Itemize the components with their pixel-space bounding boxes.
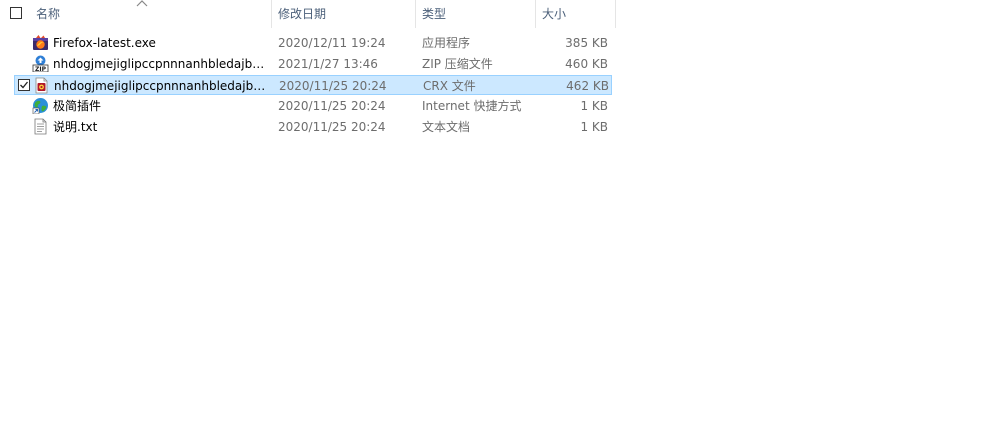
file-explorer-details-view: 名称 修改日期 类型 大小 Firefox-latest.exe 2020/12… [0,0,996,426]
column-header-type[interactable]: 类型 [416,0,536,28]
column-header-date[interactable]: 修改日期 [272,0,416,28]
file-name: 说明.txt [53,120,98,134]
firefox-app-icon [33,35,48,50]
file-size: 1 KB [580,120,608,134]
file-size: 385 KB [565,36,608,50]
file-name: Firefox-latest.exe [53,36,156,50]
file-modified-date: 2020/11/25 20:24 [279,79,387,93]
column-header-name[interactable]: 名称 [30,0,272,28]
file-modified-date: 2021/1/27 13:46 [278,57,378,71]
checkmark-icon [20,81,29,89]
file-row[interactable]: 极简插件 2020/11/25 20:24 Internet 快捷方式 1 KB [14,96,612,116]
svg-text:ZIP: ZIP [35,66,47,72]
file-type: ZIP 压缩文件 [422,57,493,71]
select-all-checkbox[interactable] [10,7,22,19]
file-name: 极简插件 [53,99,102,113]
file-size: 460 KB [565,57,608,71]
row-checkbox[interactable] [18,79,30,91]
text-document-icon [34,118,47,135]
internet-shortcut-icon [32,98,48,114]
file-size: 1 KB [580,99,608,113]
file-modified-date: 2020/12/11 19:24 [278,36,386,50]
file-row[interactable]: 说明.txt 2020/11/25 20:24 文本文档 1 KB [14,117,612,137]
file-type: Internet 快捷方式 [422,99,522,113]
column-header-bar: 名称 修改日期 类型 大小 [0,0,996,28]
file-name: nhdogjmejiglipccpnnnanhbledajbp... [53,57,269,71]
file-row[interactable]: ZIP nhdogjmejiglipccpnnnanhbledajbp... 2… [14,54,612,74]
file-row-selected[interactable]: nhdogjmejiglipccpnnnanhbledajbp... 2020/… [14,75,612,95]
zip-archive-icon: ZIP [32,55,49,72]
file-type: 文本文档 [422,120,471,134]
file-name: nhdogjmejiglipccpnnnanhbledajbp... [54,79,270,93]
file-row[interactable]: Firefox-latest.exe 2020/12/11 19:24 应用程序… [14,33,612,53]
file-modified-date: 2020/11/25 20:24 [278,99,386,113]
column-header-size[interactable]: 大小 [536,0,616,28]
file-modified-date: 2020/11/25 20:24 [278,120,386,134]
file-type: 应用程序 [422,36,471,50]
file-type: CRX 文件 [423,79,476,93]
file-size: 462 KB [566,79,609,93]
crx-file-icon [35,77,48,94]
